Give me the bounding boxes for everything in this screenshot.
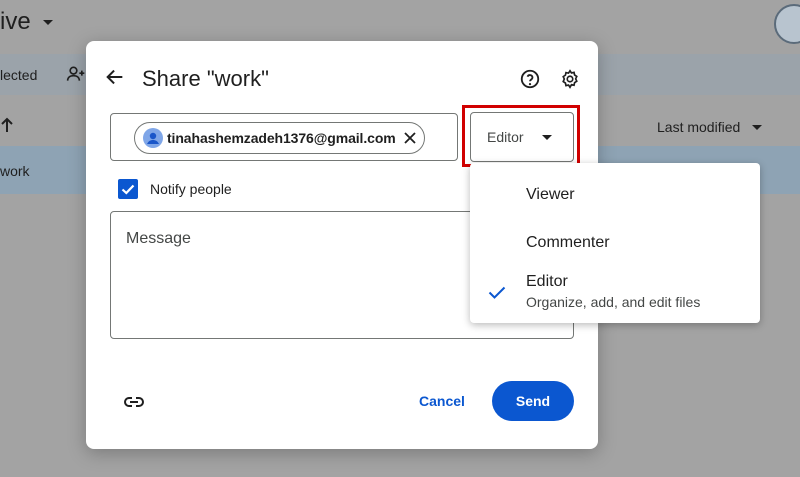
close-icon[interactable] [403,131,417,145]
recipient-chip[interactable]: tinahashemzadeh1376@gmail.com [134,122,425,154]
menu-item-editor[interactable]: Editor [526,273,568,291]
dialog-title: Share "work" [142,66,269,91]
gear-icon [562,69,578,89]
add-person-icon[interactable] [66,64,86,89]
copy-link-button[interactable] [122,390,146,414]
row-file-name: work [0,163,30,179]
menu-item-editor-description: Organize, add, and edit files [526,294,701,310]
check-icon [121,184,135,195]
message-placeholder: Message [126,230,191,247]
drive-title[interactable]: ive [0,8,53,36]
help-button[interactable] [519,68,541,90]
selected-count-text: lected [0,67,38,83]
settings-button[interactable] [559,68,581,90]
link-icon [124,397,144,407]
menu-item-viewer[interactable]: Viewer [526,186,575,204]
recipient-email: tinahashemzadeh1376@gmail.com [167,130,396,146]
send-button[interactable]: Send [492,381,574,421]
menu-item-commenter[interactable]: Commenter [526,234,610,252]
account-avatar[interactable] [774,4,800,44]
arrow-left-icon [106,69,123,85]
chevron-down-icon [42,19,53,25]
column-last-modified-label: Last modified [657,119,741,135]
notify-people-label: Notify people [150,181,232,197]
chevron-down-icon [752,124,763,130]
drive-title-text: ive [0,8,31,35]
notify-people-checkbox[interactable] [118,179,138,199]
column-last-modified[interactable]: Last modified [657,119,763,135]
sort-arrow-up-icon[interactable] [0,115,14,138]
back-button[interactable] [104,66,126,88]
highlight-box [462,105,580,167]
help-circle-icon [520,69,540,89]
cancel-button[interactable]: Cancel [412,388,472,414]
check-icon [488,286,506,299]
person-avatar-icon [143,128,163,148]
